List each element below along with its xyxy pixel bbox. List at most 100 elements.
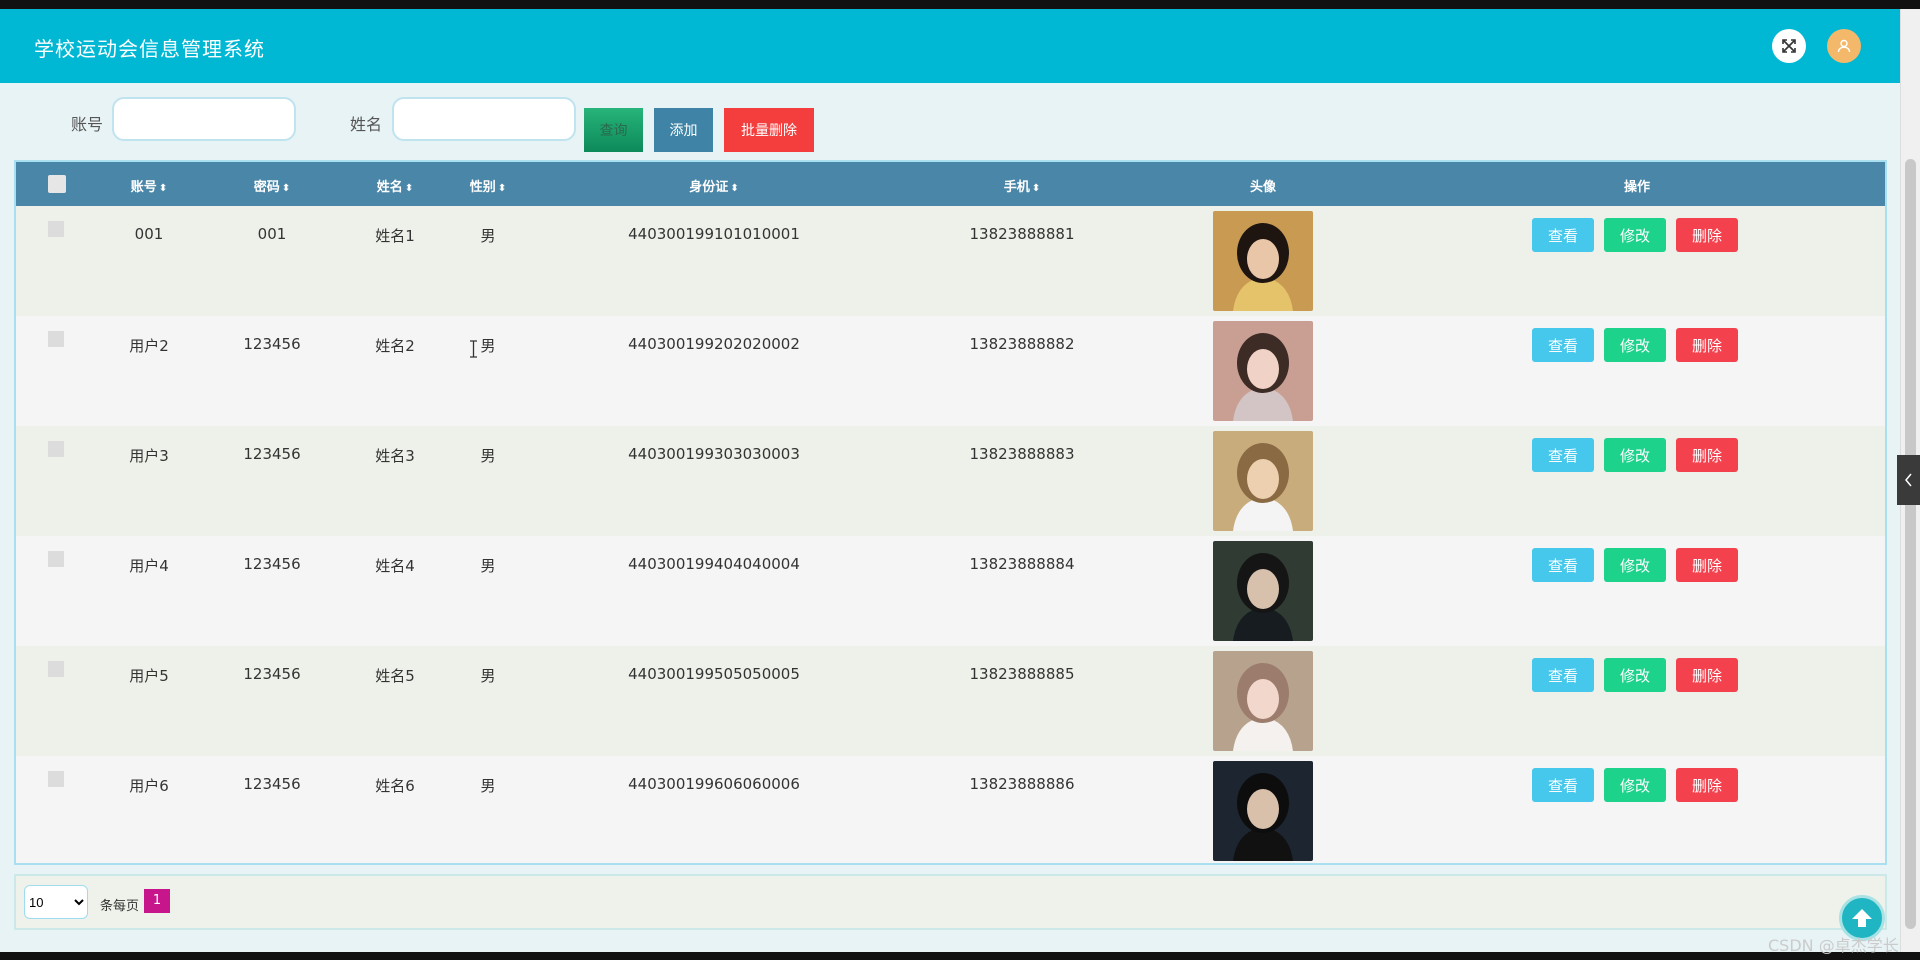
cell-password: 123456: [243, 665, 301, 683]
header-gender-label: 性别: [469, 180, 496, 195]
cell-name: 姓名4: [375, 557, 415, 575]
top-bar: 学校运动会信息管理系统: [0, 9, 1900, 83]
user-button[interactable]: [1827, 29, 1861, 63]
app-title: 学校运动会信息管理系统: [34, 37, 265, 61]
row-checkbox[interactable]: [48, 771, 64, 787]
view-button[interactable]: 查看: [1532, 548, 1594, 582]
cell-name: 姓名2: [375, 337, 415, 355]
table-row: 001 001 姓名1 男 440300199101010001 13823888881 查…: [16, 206, 1885, 316]
header-name[interactable]: 姓名 ⬍: [377, 176, 413, 195]
view-button[interactable]: 查看: [1532, 658, 1594, 692]
header-account[interactable]: 账号 ⬍: [131, 176, 167, 195]
sort-icon: ⬍: [281, 183, 291, 194]
cell-account: 用户3: [129, 447, 169, 465]
cell-phone: 13823888884: [969, 555, 1075, 573]
header-avatar: 头像: [1249, 180, 1277, 195]
avatar-image: [1213, 541, 1313, 641]
cell-password: 123456: [243, 445, 301, 463]
cell-gender: 男: [480, 557, 496, 575]
user-table: 账号 ⬍ 密码 ⬍ 姓名 ⬍ 性别 ⬍ 身份证 ⬍ 手机 ⬍ 头像 操作 001 001 姓名1…: [14, 160, 1887, 865]
header-id-card[interactable]: 身份证 ⬍: [689, 176, 738, 195]
cell-password: 123456: [243, 555, 301, 573]
cell-phone: 13823888882: [969, 335, 1075, 353]
fullscreen-icon: [1782, 39, 1796, 53]
cell-phone: 13823888885: [969, 665, 1075, 683]
cell-account: 用户6: [129, 777, 169, 795]
view-button[interactable]: 查看: [1532, 768, 1594, 802]
avatar-image: [1213, 321, 1313, 421]
delete-button[interactable]: 删除: [1676, 328, 1738, 362]
header-actions: 操作: [1623, 180, 1651, 195]
user-icon: [1837, 39, 1851, 53]
table-row: 用户3 123456 姓名3 男 440300199303030003 138238888…: [16, 426, 1885, 536]
header-id-card-label: 身份证: [689, 180, 729, 195]
side-panel-toggle[interactable]: [1897, 455, 1920, 505]
cell-phone: 13823888883: [969, 445, 1075, 463]
app-window: 学校运动会信息管理系统 账号 姓名 查询 添加 批量删除 账号 ⬍ 密码 ⬍ 姓名 ⬍…: [0, 9, 1900, 952]
sort-icon: ⬍: [497, 183, 507, 194]
cell-id-card: 440300199202020002: [628, 335, 800, 353]
row-checkbox[interactable]: [48, 551, 64, 567]
batch-delete-button[interactable]: 批量删除: [724, 108, 814, 152]
delete-button[interactable]: 删除: [1676, 218, 1738, 252]
cell-password: 123456: [243, 775, 301, 793]
cell-id-card: 440300199303030003: [628, 445, 800, 463]
header-account-label: 账号: [130, 180, 157, 195]
delete-button[interactable]: 删除: [1676, 658, 1738, 692]
sort-icon: ⬍: [158, 183, 168, 194]
row-checkbox[interactable]: [48, 331, 64, 347]
cell-phone: 13823888881: [969, 225, 1075, 243]
sort-icon: ⬍: [404, 183, 414, 194]
scrollbar-thumb[interactable]: [1905, 159, 1916, 929]
avatar-image: [1213, 431, 1313, 531]
cell-id-card: 440300199606060006: [628, 775, 800, 793]
fullscreen-button[interactable]: [1772, 29, 1806, 63]
cell-phone: 13823888886: [969, 775, 1075, 793]
avatar-image: [1213, 211, 1313, 311]
cell-account: 001: [134, 225, 164, 243]
search-bar: 账号 姓名 查询 添加 批量删除: [0, 83, 1900, 163]
table-header: 账号 ⬍ 密码 ⬍ 姓名 ⬍ 性别 ⬍ 身份证 ⬍ 手机 ⬍ 头像 操作: [16, 162, 1885, 206]
sort-icon: ⬍: [1031, 183, 1041, 194]
name-input[interactable]: [392, 97, 576, 141]
account-input[interactable]: [112, 97, 296, 141]
add-button[interactable]: 添加: [654, 108, 713, 152]
edit-button[interactable]: 修改: [1604, 548, 1666, 582]
cell-name: 姓名1: [375, 227, 415, 245]
cell-gender: 男: [480, 337, 496, 355]
watermark: CSDN @卓杰学长: [1768, 936, 1899, 955]
name-label: 姓名: [350, 115, 383, 134]
table-row: 用户2 123456 姓名2 男 440300199202020002 138238888…: [16, 316, 1885, 426]
delete-button[interactable]: 删除: [1676, 548, 1738, 582]
view-button[interactable]: 查看: [1532, 328, 1594, 362]
edit-button[interactable]: 修改: [1604, 438, 1666, 472]
cell-name: 姓名5: [375, 667, 415, 685]
delete-button[interactable]: 删除: [1676, 438, 1738, 472]
view-button[interactable]: 查看: [1532, 438, 1594, 472]
header-password[interactable]: 密码 ⬍: [254, 176, 290, 195]
header-name-label: 姓名: [376, 180, 403, 195]
edit-button[interactable]: 修改: [1604, 658, 1666, 692]
row-checkbox[interactable]: [48, 221, 64, 237]
row-checkbox[interactable]: [48, 661, 64, 677]
delete-button[interactable]: 删除: [1676, 768, 1738, 802]
table-row: 用户6 123456 姓名6 男 440300199606060006 138238888…: [16, 756, 1885, 863]
pagination: 10 条每页 1: [14, 874, 1887, 930]
chevron-left-icon: [1905, 473, 1912, 487]
edit-button[interactable]: 修改: [1604, 328, 1666, 362]
select-all-checkbox[interactable]: [48, 175, 66, 193]
sort-icon: ⬍: [730, 183, 739, 194]
page-size-select[interactable]: 10: [24, 885, 88, 919]
header-gender[interactable]: 性别 ⬍: [470, 176, 506, 195]
cell-password: 001: [257, 225, 287, 243]
query-button[interactable]: 查询: [584, 108, 643, 152]
view-button[interactable]: 查看: [1532, 218, 1594, 252]
edit-button[interactable]: 修改: [1604, 768, 1666, 802]
row-checkbox[interactable]: [48, 441, 64, 457]
cell-account: 用户5: [129, 667, 169, 685]
header-phone[interactable]: 手机 ⬍: [1004, 176, 1040, 195]
cell-id-card: 440300199505050005: [628, 665, 800, 683]
text-cursor-icon: [470, 340, 477, 358]
page-number-current[interactable]: 1: [144, 889, 170, 913]
edit-button[interactable]: 修改: [1604, 218, 1666, 252]
